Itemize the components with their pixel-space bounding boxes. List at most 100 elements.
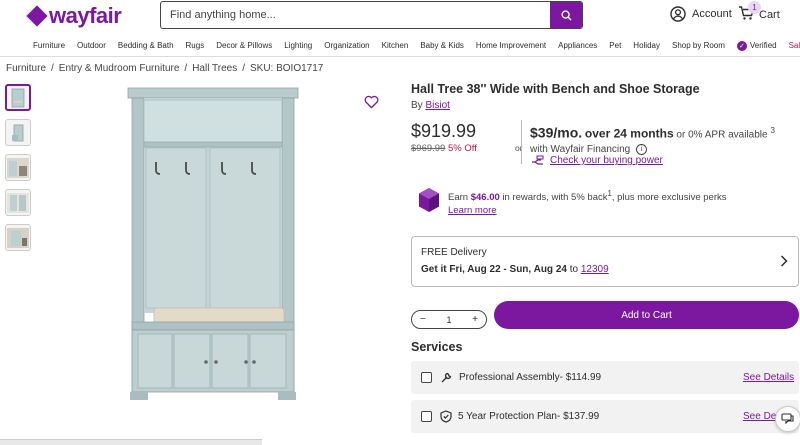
chevron-right-icon bbox=[780, 255, 788, 267]
breadcrumb-sku: SKU: BOIO1717 bbox=[249, 63, 324, 74]
brand-link[interactable]: Bisiot bbox=[425, 100, 449, 111]
delivery-label: FREE Delivery bbox=[421, 247, 487, 258]
cart-count-badge: 1 bbox=[748, 1, 761, 14]
nav-item-decor-pillows[interactable]: Decor & Pillows bbox=[216, 41, 272, 50]
monthly-price: $39/mo. bbox=[530, 124, 583, 141]
delivery-dates: Get it Fri, Aug 22 - Sun, Aug 24 bbox=[421, 264, 567, 275]
by-label: By bbox=[411, 100, 423, 111]
search-button[interactable] bbox=[550, 2, 582, 28]
nav-item-shop-by-room[interactable]: Shop by Room bbox=[672, 41, 725, 50]
divider bbox=[521, 120, 522, 164]
financing-offer: $39/mo. over 24 months or 0% APR availab… bbox=[530, 123, 795, 157]
account-icon bbox=[670, 6, 686, 22]
services-heading: Services bbox=[411, 340, 463, 354]
breadcrumb-separator: / bbox=[242, 63, 245, 74]
breadcrumb-separator: / bbox=[184, 63, 188, 74]
rewards-promo: Earn $46.00 in rewards, with 5% back1, p… bbox=[418, 187, 726, 217]
nav-item-holiday[interactable]: Holiday bbox=[633, 41, 660, 50]
delivery-card[interactable]: FREE Delivery Get it Fri, Aug 22 - Sun, … bbox=[411, 236, 799, 287]
wayfair-logo[interactable]: wayfair bbox=[26, 3, 122, 29]
thumbnail-5[interactable] bbox=[5, 224, 31, 251]
rewards-cube-icon bbox=[419, 188, 439, 212]
logo-text: wayfair bbox=[49, 3, 122, 28]
product-title: Hall Tree 38'' Wide with Bench and Shoe … bbox=[411, 82, 700, 96]
header: wayfair Account 1 Cart bbox=[0, 0, 800, 34]
scrollbar[interactable] bbox=[0, 439, 262, 445]
thumbnail-4[interactable] bbox=[5, 189, 31, 216]
apr-text: or 0% APR available bbox=[676, 129, 768, 141]
favorite-heart-button[interactable] bbox=[364, 95, 379, 114]
product-brand-line: By Bisiot bbox=[411, 100, 450, 111]
nav-item-verified[interactable]: ✓ Verified bbox=[736, 40, 777, 51]
nav-item-bedding-bath[interactable]: Bedding & Bath bbox=[118, 41, 174, 50]
nav-item-organization[interactable]: Organization bbox=[324, 41, 369, 50]
see-details-link[interactable]: See Det bbox=[743, 411, 779, 422]
nav-item-kitchen[interactable]: Kitchen bbox=[382, 41, 409, 50]
account-label: Account bbox=[692, 8, 732, 20]
verified-check-icon: ✓ bbox=[736, 40, 747, 51]
info-icon[interactable]: i bbox=[636, 144, 648, 156]
nav-item-baby-kids[interactable]: Baby & Kids bbox=[420, 41, 464, 50]
financing-term: over 24 months bbox=[584, 126, 674, 141]
nav-item-lighting[interactable]: Lighting bbox=[284, 41, 312, 50]
price-comparison: $969.99 5% Off bbox=[411, 143, 477, 154]
increase-quantity-button[interactable]: + bbox=[472, 314, 478, 325]
nav-item-pet[interactable]: Pet bbox=[609, 41, 621, 50]
thumbnail-3[interactable] bbox=[5, 154, 31, 181]
check-buying-power-link[interactable]: Check your buying power bbox=[550, 155, 663, 166]
rewards-text: in rewards, with 5% back bbox=[502, 192, 608, 204]
verified-label: Verified bbox=[749, 41, 777, 50]
buying-power-row: Check your buying power bbox=[531, 155, 663, 166]
account-button[interactable]: Account bbox=[670, 6, 732, 22]
quantity-value[interactable]: 1 bbox=[446, 315, 451, 325]
service-row: Professional Assembly- $114.99 See Detai… bbox=[411, 361, 799, 394]
nav-item-furniture[interactable]: Furniture bbox=[33, 41, 65, 50]
chat-button[interactable] bbox=[775, 406, 800, 432]
breadcrumb-hall-trees[interactable]: Hall Trees bbox=[192, 63, 237, 74]
thumbnail-strip bbox=[5, 84, 31, 251]
nav-item-home-improvement[interactable]: Home Improvement bbox=[476, 41, 546, 50]
cart-button[interactable]: 1 Cart bbox=[738, 1, 780, 24]
rewards-suffix: , plus more exclusive perks bbox=[611, 192, 727, 204]
see-details-link[interactable]: See Details bbox=[743, 372, 794, 383]
nav-item-sale[interactable]: Sale bbox=[789, 41, 800, 50]
rewards-prefix: Earn bbox=[448, 192, 469, 204]
shield-icon bbox=[440, 410, 452, 423]
category-nav: Furniture Outdoor Bedding & Bath Rugs De… bbox=[0, 35, 800, 57]
thumbnail-2[interactable] bbox=[5, 119, 31, 146]
nav-item-rugs[interactable]: Rugs bbox=[186, 41, 205, 50]
product-price: $919.99 bbox=[411, 121, 477, 141]
chat-icon bbox=[781, 413, 794, 425]
was-price: $969.99 bbox=[411, 143, 446, 154]
add-to-cart-button[interactable]: Add to Cart bbox=[494, 301, 799, 329]
thumbnail-1[interactable] bbox=[5, 84, 31, 111]
delivery-to: to bbox=[569, 264, 579, 275]
hand-money-icon bbox=[532, 155, 544, 165]
product-image[interactable] bbox=[124, 86, 314, 416]
service-checkbox[interactable] bbox=[421, 372, 432, 383]
breadcrumb: Furniture / Entry & Mudroom Furniture / … bbox=[6, 63, 323, 74]
heart-icon bbox=[364, 95, 379, 109]
discount-label: 5% Off bbox=[447, 143, 477, 154]
decrease-quantity-button[interactable]: − bbox=[420, 314, 426, 325]
rewards-amount: $46.00 bbox=[470, 192, 500, 204]
nav-item-appliances[interactable]: Appliances bbox=[558, 41, 597, 50]
learn-more-link[interactable]: Learn more bbox=[448, 205, 497, 216]
breadcrumb-entry-mudroom[interactable]: Entry & Mudroom Furniture bbox=[59, 63, 180, 74]
service-checkbox[interactable] bbox=[421, 411, 432, 422]
nav-item-outdoor[interactable]: Outdoor bbox=[77, 41, 106, 50]
zip-code-link[interactable]: 12309 bbox=[581, 264, 609, 275]
search-bar bbox=[160, 1, 583, 29]
service-label: Professional Assembly- $114.99 bbox=[459, 372, 602, 383]
delivery-dates-line: Get it Fri, Aug 22 - Sun, Aug 24 to 1230… bbox=[421, 264, 789, 275]
financing-provider: with Wayfair Financing bbox=[530, 144, 631, 156]
search-icon bbox=[560, 9, 572, 21]
service-label: 5 Year Protection Plan- $137.99 bbox=[458, 411, 600, 422]
breadcrumb-furniture[interactable]: Furniture bbox=[6, 63, 46, 74]
service-row: 5 Year Protection Plan- $137.99 See Det bbox=[411, 400, 799, 433]
wrench-icon bbox=[440, 371, 453, 384]
breadcrumb-separator: / bbox=[51, 63, 54, 74]
logo-icon bbox=[26, 5, 48, 27]
footnote-marker: 3 bbox=[770, 125, 775, 135]
search-input[interactable] bbox=[161, 2, 550, 28]
